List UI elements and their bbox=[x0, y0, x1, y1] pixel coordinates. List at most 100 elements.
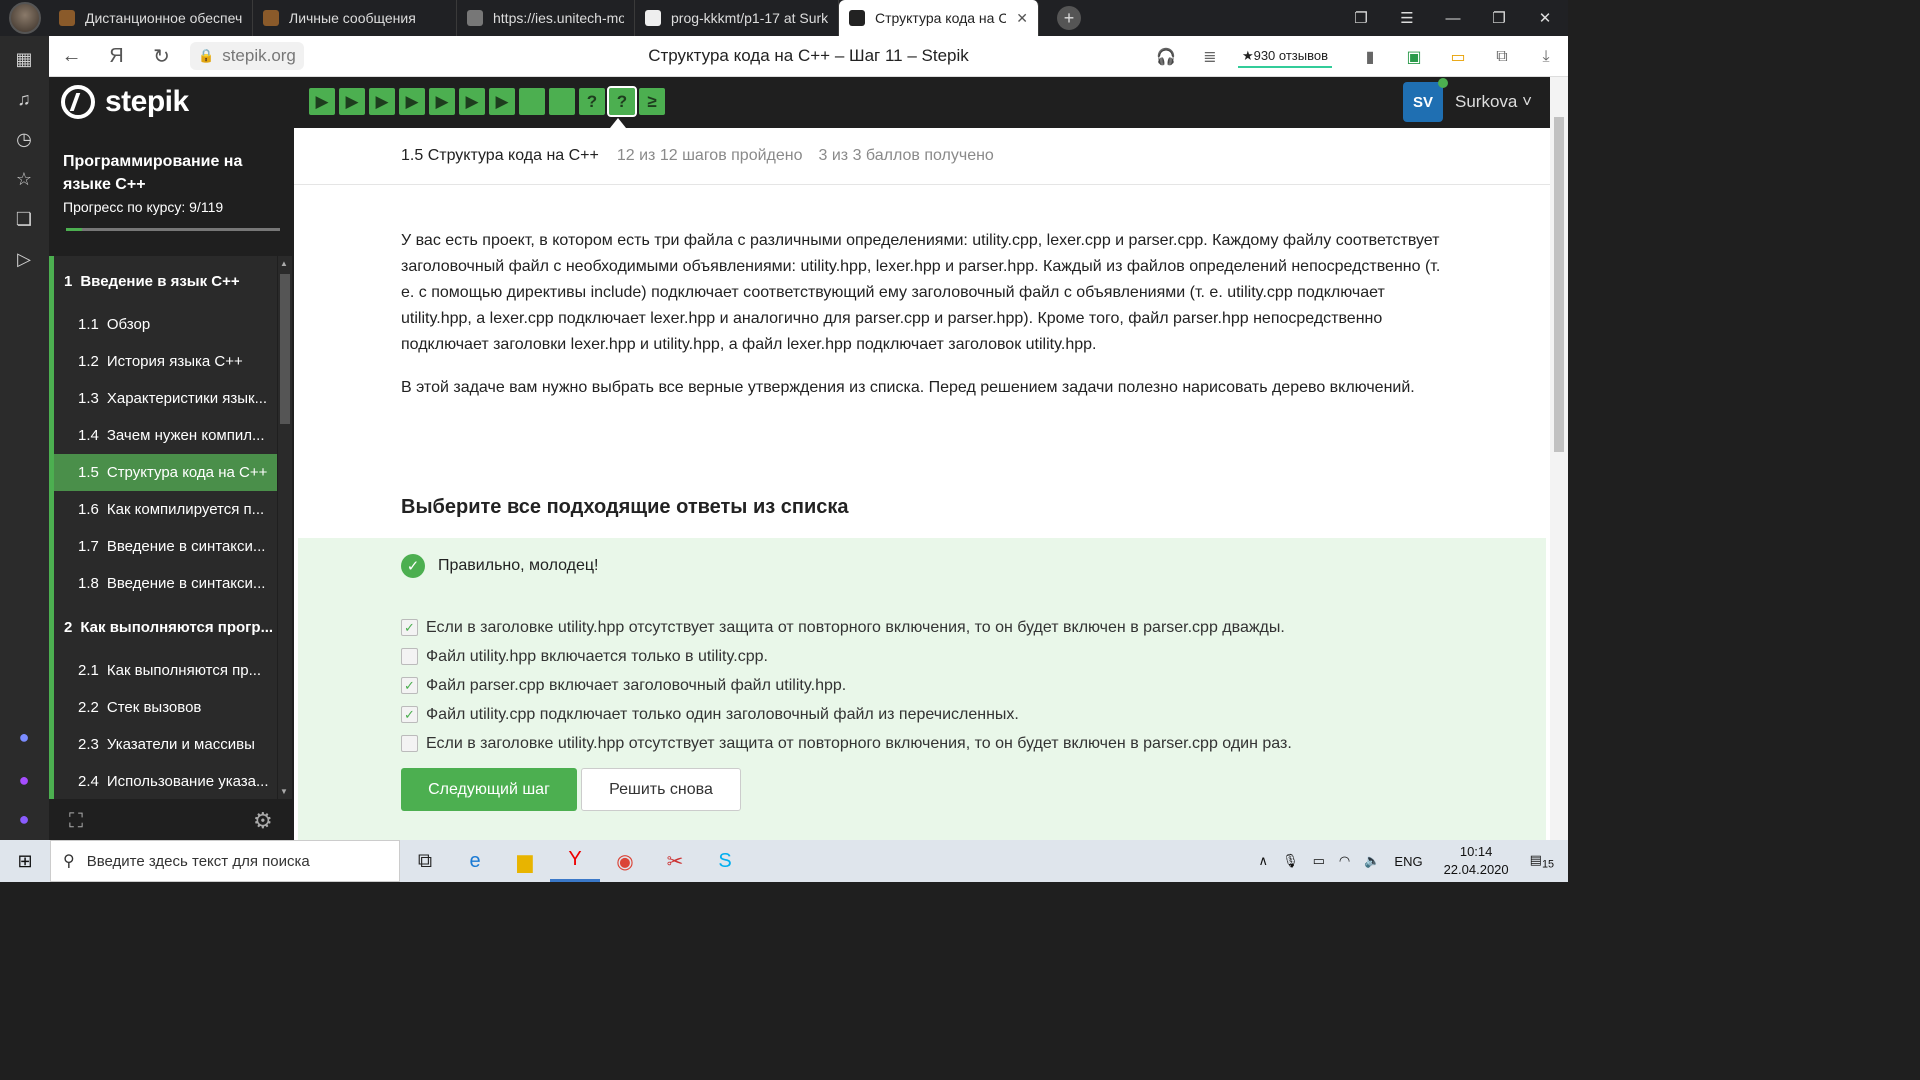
step-tile[interactable]: ▶ bbox=[399, 88, 425, 115]
wifi-icon[interactable]: ◠ bbox=[1339, 853, 1350, 869]
toc-scrollbar[interactable]: ▲ ▼ bbox=[278, 256, 292, 799]
toc-lesson[interactable]: 1.6 Как компилируется п... bbox=[49, 491, 277, 528]
toc-lesson[interactable]: 2.1 Как выполняются пр... bbox=[49, 652, 277, 689]
toc-module[interactable]: 2 Как выполняются прогр... bbox=[49, 602, 277, 652]
step-tile[interactable]: ▶ bbox=[339, 88, 365, 115]
step-tile[interactable] bbox=[549, 88, 575, 115]
stepik-logo[interactable]: stepik bbox=[61, 85, 189, 119]
battery-tray-icon[interactable]: ▭ bbox=[1313, 853, 1325, 869]
step-tile[interactable]: ▶ bbox=[429, 88, 455, 115]
sync-icon[interactable]: ⧉ bbox=[1480, 48, 1524, 66]
bookmark-icon[interactable]: ▮ bbox=[1348, 47, 1392, 67]
step-tile[interactable]: ▶ bbox=[369, 88, 395, 115]
lesson-name[interactable]: 1.5 Структура кода на С++ bbox=[401, 147, 599, 165]
yandex-icon[interactable]: Я bbox=[94, 45, 139, 68]
chevron-up-icon[interactable]: ∧ bbox=[1259, 853, 1269, 869]
answer-option[interactable]: ✓ Если в заголовке utility.hpp отсутствуе… bbox=[401, 613, 1292, 642]
answer-option[interactable]: ✓ Файл parser.cpp включает заголовочный ф… bbox=[401, 671, 1292, 700]
toc-lesson[interactable]: 1.1 Обзор bbox=[49, 306, 277, 343]
checkbox-checked[interactable]: ✓ bbox=[401, 706, 418, 723]
toc-module[interactable]: 1 Введение в язык С++ bbox=[49, 256, 277, 306]
notifications-icon[interactable]: ▤15 bbox=[1530, 852, 1554, 871]
new-tab-button[interactable]: + bbox=[1057, 6, 1081, 30]
reader-icon[interactable]: ≣ bbox=[1188, 47, 1232, 67]
page-scroll-thumb[interactable] bbox=[1554, 117, 1564, 452]
snipping-tool-icon[interactable]: ✂ bbox=[650, 840, 700, 882]
play-icon[interactable]: ▷ bbox=[13, 248, 35, 270]
user-menu[interactable]: SV Surkova ˅ bbox=[1402, 78, 1532, 122]
toc-lesson[interactable]: 2.3 Указатели и массивы bbox=[49, 726, 277, 763]
toc-lesson[interactable]: 1.7 Введение в синтакси... bbox=[49, 528, 277, 565]
taskbar-search[interactable]: ⚲ Введите здесь текст для поиска bbox=[50, 840, 400, 882]
language-indicator[interactable]: ENG bbox=[1394, 854, 1422, 869]
close-window-icon[interactable]: ✕ bbox=[1522, 9, 1568, 27]
chrome-icon[interactable]: ◉ bbox=[600, 840, 650, 882]
retry-button[interactable]: Решить снова bbox=[581, 768, 741, 811]
collections-icon[interactable]: ❐ bbox=[1338, 9, 1384, 27]
browser-tab[interactable]: Структура кода на С++ ✕ bbox=[839, 0, 1039, 36]
restore-icon[interactable]: ❐ bbox=[1476, 9, 1522, 27]
edge-icon[interactable]: e bbox=[450, 840, 500, 882]
toc-lesson[interactable]: 2.4 Использование указа... bbox=[49, 763, 277, 799]
next-step-button[interactable]: Следующий шаг bbox=[401, 768, 577, 811]
step-tile[interactable]: ? bbox=[607, 86, 637, 117]
step-tile[interactable]: ▶ bbox=[309, 88, 335, 115]
app-icon[interactable]: ● bbox=[13, 769, 35, 791]
checkbox-unchecked[interactable] bbox=[401, 735, 418, 752]
gear-icon[interactable]: ⚙ bbox=[253, 808, 273, 834]
answer-option[interactable]: ✓ Файл utility.cpp подключает только один… bbox=[401, 700, 1292, 729]
browser-tab[interactable]: Личные сообщения bbox=[253, 0, 457, 36]
windows-start-icon[interactable]: ⊞ bbox=[0, 851, 50, 872]
checkbox-unchecked[interactable] bbox=[401, 648, 418, 665]
step-tile[interactable] bbox=[519, 88, 545, 115]
answer-option[interactable]: Файл utility.hpp включается только в uti… bbox=[401, 642, 1292, 671]
checkbox-checked[interactable]: ✓ bbox=[401, 619, 418, 636]
file-explorer-icon[interactable]: ▆ bbox=[500, 840, 550, 882]
url-field[interactable]: 🔒 stepik.org bbox=[190, 42, 304, 70]
step-tile[interactable]: ≥ bbox=[639, 88, 665, 115]
bell-icon[interactable]: ♫ bbox=[13, 88, 35, 110]
back-icon[interactable]: ← bbox=[49, 45, 94, 68]
battery-icon[interactable]: ▭ bbox=[1436, 47, 1480, 67]
toc-lesson[interactable]: 1.3 Характеристики язык... bbox=[49, 380, 277, 417]
toc-lesson[interactable]: 1.5 Структура кода на С++ bbox=[49, 454, 277, 491]
scroll-down-icon[interactable]: ▼ bbox=[280, 787, 288, 796]
history-icon[interactable]: ◷ bbox=[13, 128, 35, 150]
download-icon[interactable]: ⤓ bbox=[1524, 48, 1568, 66]
microphone-icon[interactable]: 🎙 bbox=[1282, 853, 1299, 869]
browser-tab[interactable]: https://ies.unitech-mo.ru/fi bbox=[457, 0, 635, 36]
menu-icon[interactable]: ☰ bbox=[1384, 9, 1430, 27]
star-icon[interactable]: ☆ bbox=[13, 168, 35, 190]
minimize-icon[interactable]: — bbox=[1430, 10, 1476, 27]
task-view-icon[interactable]: ⧉ bbox=[400, 840, 450, 882]
toc-scroll-thumb[interactable] bbox=[280, 274, 290, 424]
browser-tab[interactable]: Дистанционное обеспече bbox=[49, 0, 253, 36]
fullscreen-icon[interactable]: ⛶ bbox=[69, 810, 83, 833]
clock[interactable]: 10:14 22.04.2020 bbox=[1444, 843, 1509, 879]
course-title[interactable]: Программирование на языке С++ bbox=[63, 150, 273, 196]
copy-icon[interactable]: ❏ bbox=[13, 208, 35, 230]
step-tile[interactable]: ▶ bbox=[489, 88, 515, 115]
toc-lesson[interactable]: 1.2 История языка С++ bbox=[49, 343, 277, 380]
step-tile[interactable]: ▶ bbox=[459, 88, 485, 115]
toc-lesson[interactable]: 2.2 Стек вызовов bbox=[49, 689, 277, 726]
messenger-icon[interactable]: ● bbox=[13, 726, 35, 748]
profile-avatar[interactable] bbox=[9, 2, 41, 34]
scroll-up-icon[interactable]: ▲ bbox=[280, 259, 288, 268]
browser-tab[interactable]: prog-kkkmt/p1-17 at Surk bbox=[635, 0, 839, 36]
answer-option[interactable]: Если в заголовке utility.hpp отсутствует… bbox=[401, 729, 1292, 758]
extension-icon[interactable]: ▣ bbox=[1392, 47, 1436, 67]
alice-icon[interactable]: ● bbox=[13, 808, 35, 830]
page-scrollbar[interactable] bbox=[1550, 77, 1568, 840]
headphones-icon[interactable]: 🎧 bbox=[1144, 47, 1188, 67]
toc-lesson[interactable]: 1.4 Зачем нужен компил... bbox=[49, 417, 277, 454]
step-tile[interactable]: ? bbox=[579, 88, 605, 115]
yandex-browser-icon[interactable]: Y bbox=[550, 840, 600, 882]
toc-lesson[interactable]: 1.8 Введение в синтакси... bbox=[49, 565, 277, 602]
volume-icon[interactable]: 🔈 bbox=[1364, 853, 1380, 869]
grid-icon[interactable]: ▦ bbox=[13, 48, 35, 70]
reload-icon[interactable]: ↻ bbox=[139, 44, 184, 69]
reviews-badge[interactable]: ★930 отзывов bbox=[1237, 46, 1332, 68]
checkbox-checked[interactable]: ✓ bbox=[401, 677, 418, 694]
skype-icon[interactable]: S bbox=[700, 840, 750, 882]
